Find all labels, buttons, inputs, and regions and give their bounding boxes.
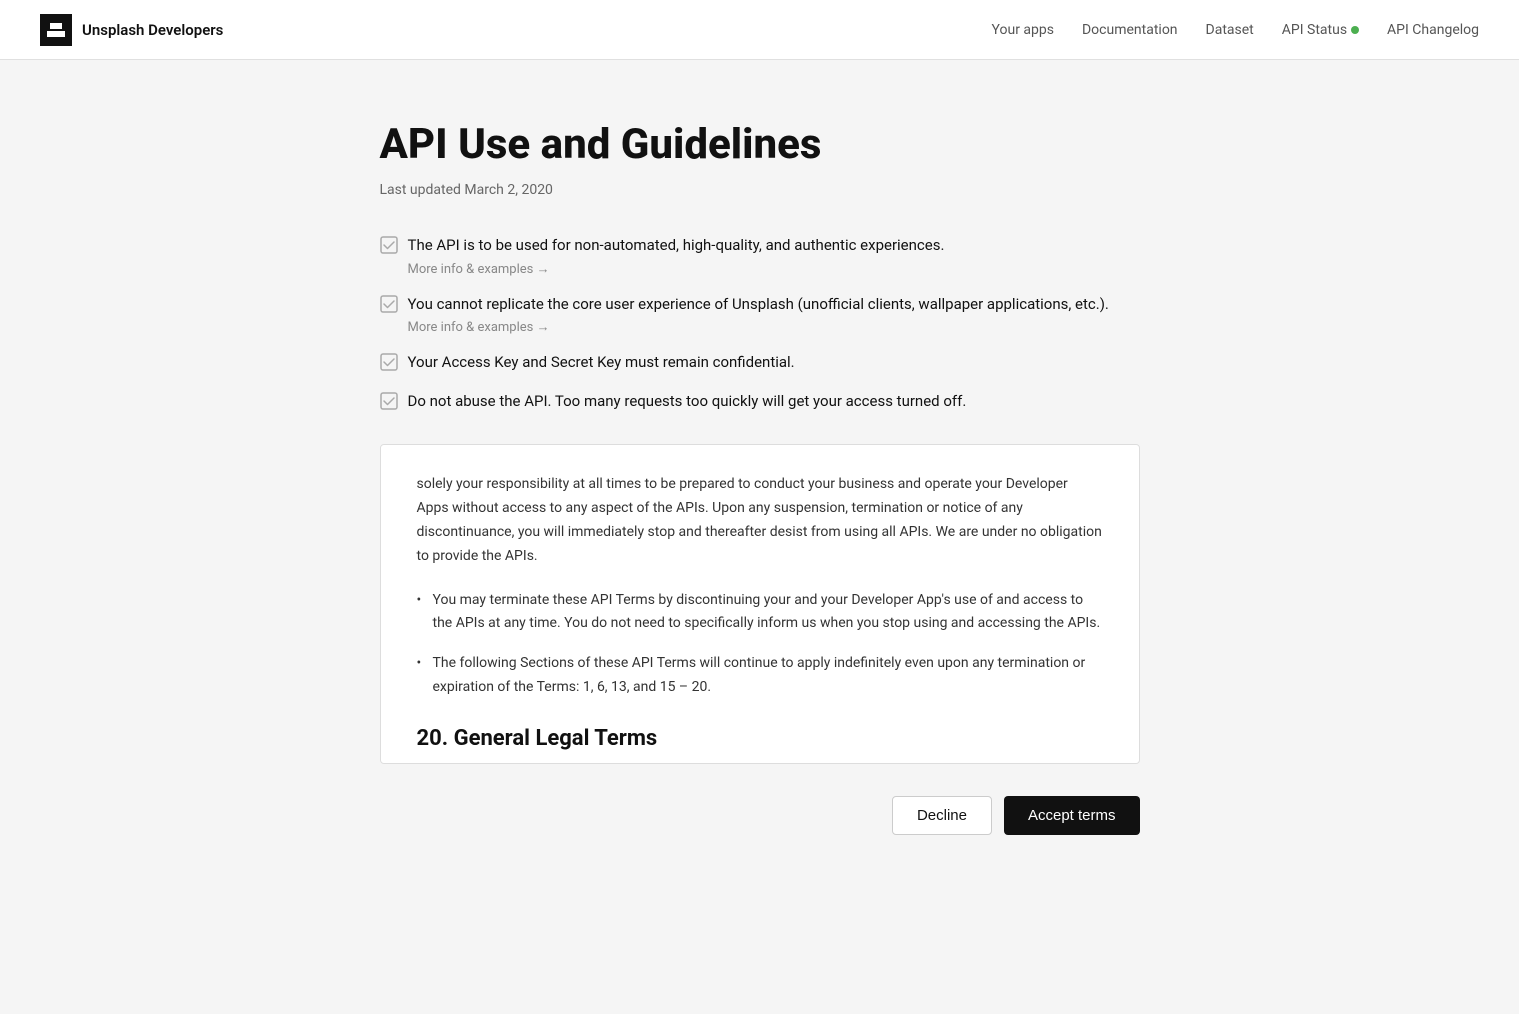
navbar-link-api-changelog[interactable]: API Changelog xyxy=(1387,22,1479,38)
guidelines-list: The API is to be used for non-automated,… xyxy=(380,234,1140,412)
checkbox-checked-icon-1 xyxy=(380,236,398,254)
navbar-link-api-status[interactable]: API Status xyxy=(1282,22,1359,38)
terms-section-heading: 20. General Legal Terms xyxy=(417,720,1103,757)
guideline-row-4: Do not abuse the API. Too many requests … xyxy=(380,390,1140,413)
terms-bullet-1: You may terminate these API Terms by dis… xyxy=(417,589,1103,637)
guideline-more-info-2[interactable]: More info & examples → xyxy=(408,319,1140,335)
guideline-row-3: Your Access Key and Secret Key must rema… xyxy=(380,351,1140,374)
guideline-more-info-1[interactable]: More info & examples → xyxy=(408,261,1140,277)
checkbox-checked-icon-2 xyxy=(380,295,398,313)
main-content: API Use and Guidelines Last updated Marc… xyxy=(380,60,1140,935)
navbar-brand[interactable]: Unsplash Developers xyxy=(40,14,223,46)
accept-terms-button[interactable]: Accept terms xyxy=(1004,796,1140,835)
terms-intro-paragraph: solely your responsibility at all times … xyxy=(417,473,1103,568)
api-status-dot xyxy=(1351,26,1359,34)
guideline-text-3: Your Access Key and Secret Key must rema… xyxy=(408,351,795,374)
guideline-item-1: The API is to be used for non-automated,… xyxy=(380,234,1140,277)
guideline-text-2: You cannot replicate the core user exper… xyxy=(408,293,1109,316)
checkbox-checked-icon-3 xyxy=(380,353,398,371)
action-buttons: Decline Accept terms xyxy=(380,796,1140,835)
decline-button[interactable]: Decline xyxy=(892,796,992,835)
terms-scrollbox[interactable]: solely your responsibility at all times … xyxy=(380,444,1140,764)
navbar-link-dataset[interactable]: Dataset xyxy=(1206,22,1254,38)
terms-bullet-list: You may terminate these API Terms by dis… xyxy=(417,589,1103,700)
terms-bullet-2: The following Sections of these API Term… xyxy=(417,652,1103,700)
navbar-brand-title: Unsplash Developers xyxy=(82,21,223,39)
last-updated: Last updated March 2, 2020 xyxy=(380,182,1140,198)
guideline-text-1: The API is to be used for non-automated,… xyxy=(408,234,945,257)
guideline-item-4: Do not abuse the API. Too many requests … xyxy=(380,390,1140,413)
guideline-row-2: You cannot replicate the core user exper… xyxy=(380,293,1140,316)
guideline-item-2: You cannot replicate the core user exper… xyxy=(380,293,1140,336)
unsplash-logo xyxy=(40,14,72,46)
guideline-item-3: Your Access Key and Secret Key must rema… xyxy=(380,351,1140,374)
navbar-links: Your apps Documentation Dataset API Stat… xyxy=(992,22,1479,38)
page-title: API Use and Guidelines xyxy=(380,120,1140,170)
navbar-link-documentation[interactable]: Documentation xyxy=(1082,22,1178,38)
guideline-row-1: The API is to be used for non-automated,… xyxy=(380,234,1140,257)
navbar-link-your-apps[interactable]: Your apps xyxy=(992,22,1054,38)
guideline-text-4: Do not abuse the API. Too many requests … xyxy=(408,390,967,413)
checkbox-checked-icon-4 xyxy=(380,392,398,410)
navbar: Unsplash Developers Your apps Documentat… xyxy=(0,0,1519,60)
